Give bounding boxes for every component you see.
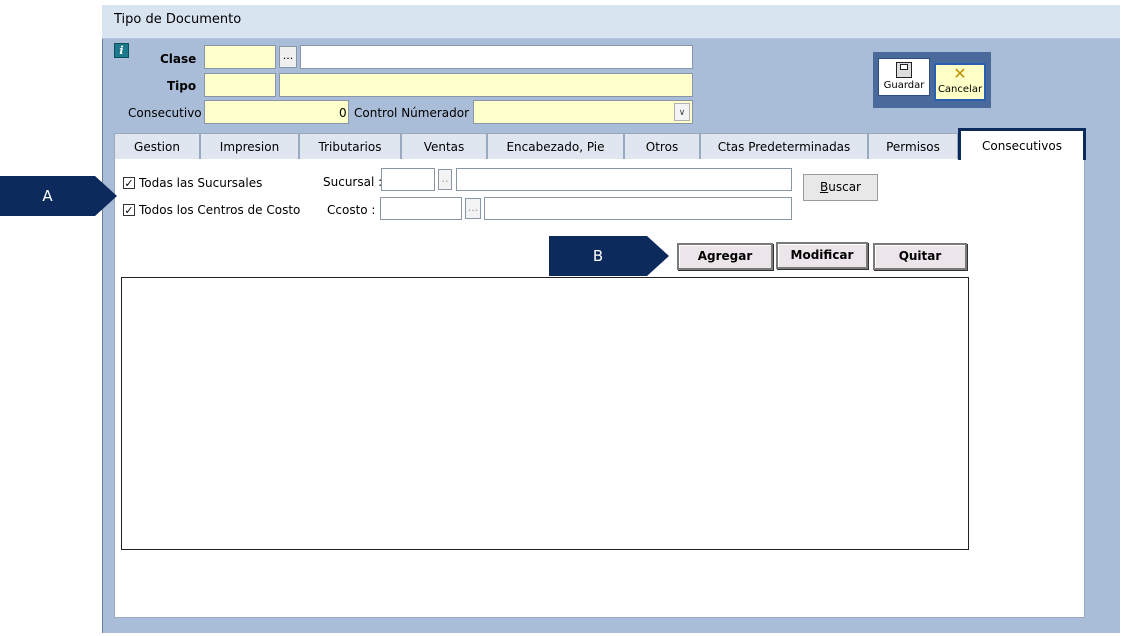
agregar-button[interactable]: Agregar xyxy=(677,243,773,270)
callout-a-arrow xyxy=(95,176,117,216)
consecutivos-list[interactable] xyxy=(121,277,969,550)
tab-ctas-predeterminadas[interactable]: Ctas Predeterminadas xyxy=(700,133,868,159)
tipo-code-input[interactable] xyxy=(204,73,276,97)
quitar-button[interactable]: Quitar xyxy=(873,243,967,270)
buscar-button[interactable]: Buscar xyxy=(803,174,878,201)
clase-lookup-button[interactable]: ... xyxy=(279,46,297,68)
window-title: Tipo de Documento xyxy=(114,12,242,27)
todas-sucursales-label: Todas las Sucursales xyxy=(139,176,263,190)
control-numerador-label: Control Númerador : xyxy=(354,106,477,120)
tipo-description-input[interactable] xyxy=(279,73,693,97)
sucursal-label: Sucursal : xyxy=(323,175,383,189)
tab-impresion[interactable]: Impresion xyxy=(200,133,299,159)
clase-code-input[interactable] xyxy=(204,45,276,69)
clase-description-input[interactable] xyxy=(300,45,693,69)
callout-a: A xyxy=(0,176,95,216)
tab-consecutivos[interactable]: Consecutivos xyxy=(958,128,1086,160)
buscar-label: uscar xyxy=(828,180,861,194)
tipo-label: Tipo xyxy=(167,79,197,93)
tab-permisos[interactable]: Permisos xyxy=(868,133,958,159)
cancel-x-icon: ✕ xyxy=(953,64,967,83)
save-button[interactable]: Guardar xyxy=(878,58,930,96)
tab-ventas[interactable]: Ventas xyxy=(401,133,487,159)
todas-sucursales-checkbox[interactable]: ✓ xyxy=(123,177,135,189)
sucursal-code-input xyxy=(381,168,435,191)
control-numerador-select[interactable] xyxy=(473,100,693,124)
callout-b-arrow xyxy=(647,236,669,276)
modificar-button[interactable]: Modificar xyxy=(776,242,868,269)
tab-tributarios[interactable]: Tributarios xyxy=(299,133,401,159)
save-label: Guardar xyxy=(883,80,925,91)
consecutivo-value: 0 xyxy=(339,106,347,120)
ccosto-description-input xyxy=(484,197,792,220)
title-bar xyxy=(102,5,1120,39)
ccosto-label: Ccosto : xyxy=(327,203,376,217)
info-icon[interactable]: i xyxy=(114,43,129,58)
cancel-label: Cancelar xyxy=(937,84,983,95)
floppy-disk-icon xyxy=(896,62,912,78)
cancel-button[interactable]: ✕ Cancelar xyxy=(934,63,986,101)
buscar-mnemonic: B xyxy=(820,180,829,194)
clase-label: Clase xyxy=(160,52,197,66)
chevron-down-icon[interactable]: ∨ xyxy=(674,103,690,121)
sucursal-lookup-button: .. xyxy=(438,169,452,190)
tab-gestion[interactable]: Gestion xyxy=(114,133,200,159)
tab-encabezado-pie[interactable]: Encabezado, Pie xyxy=(487,133,624,159)
ccosto-lookup-button: ... xyxy=(465,198,481,219)
todos-centros-label: Todos los Centros de Costo xyxy=(139,203,301,217)
todos-centros-checkbox[interactable]: ✓ xyxy=(123,204,135,216)
consecutivo-input[interactable] xyxy=(204,100,349,124)
tab-otros[interactable]: Otros xyxy=(624,133,700,159)
ccosto-code-input xyxy=(380,197,462,220)
consecutivo-label: Consecutivo xyxy=(128,106,202,120)
sucursal-description-input xyxy=(456,168,792,191)
callout-b: B xyxy=(549,236,647,276)
